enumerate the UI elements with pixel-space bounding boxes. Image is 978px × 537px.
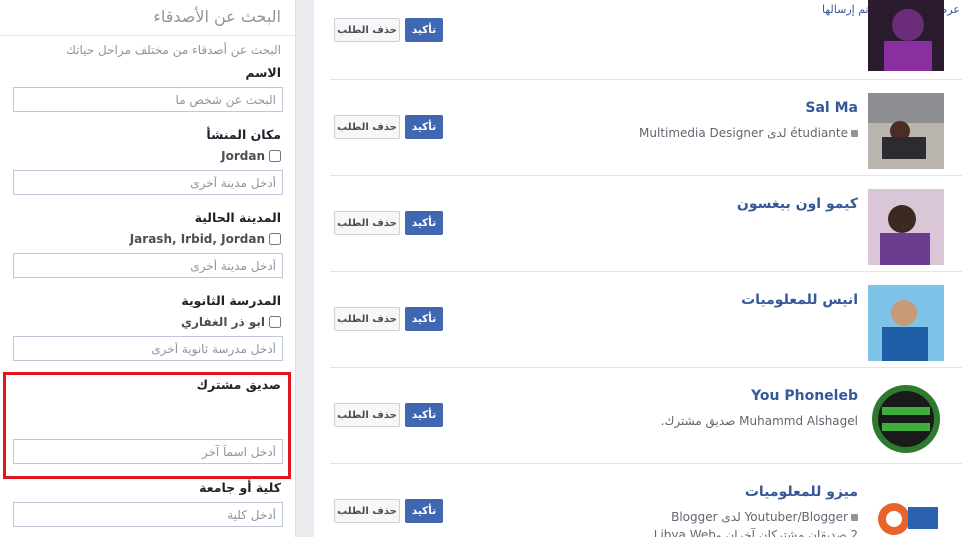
high-school-option-label: ابو ذر الغفاري — [180, 315, 265, 329]
delete-request-button[interactable]: حذف الطلب — [334, 18, 400, 42]
current-city-option[interactable]: Jarash, Irbid, Jordan — [130, 232, 281, 246]
college-label: كلية أو جامعة — [199, 480, 281, 495]
mutual-friend-label: صديق مشترك — [196, 377, 281, 392]
confirm-button[interactable]: تأكيد — [405, 211, 443, 235]
delete-request-button[interactable]: حذف الطلب — [334, 403, 400, 427]
requester-name[interactable]: انيس للمعلوميات — [741, 292, 858, 308]
confirm-button[interactable]: تأكيد — [405, 115, 443, 139]
college-input[interactable] — [13, 502, 283, 527]
requester-info: Youtuber/Blogger لدى Blogger 2 صديقان مش… — [654, 508, 858, 537]
sidebar-divider — [0, 35, 295, 36]
requester-name[interactable]: ميزو للمعلوميات — [745, 484, 858, 500]
friend-request-row: تأكيد حذف الطلب — [330, 0, 962, 78]
requester-info-line: Youtuber/Blogger لدى Blogger — [671, 510, 848, 524]
friend-request-row: You Phoneleb Muhammd Alshagel صديق مشترك… — [330, 367, 962, 463]
hometown-input[interactable] — [13, 170, 283, 195]
delete-request-button[interactable]: حذف الطلب — [334, 307, 400, 331]
hometown-label: مكان المنشأ — [206, 127, 281, 142]
requester-name[interactable]: كيمو اون بيغسون — [737, 196, 858, 212]
delete-request-button[interactable]: حذف الطلب — [334, 211, 400, 235]
requester-info-line: étudiante لدى Multimedia Designer — [639, 126, 848, 140]
requester-info: Muhammd Alshagel صديق مشترك. — [661, 412, 858, 430]
high-school-label: المدرسة الثانوية — [181, 293, 281, 308]
current-city-input[interactable] — [13, 253, 283, 278]
mutual-friend-input[interactable] — [13, 439, 283, 464]
avatar[interactable] — [868, 477, 944, 537]
friend-search-sidebar: البحث عن الأصدقاء البحث عن أصدقاء من مخت… — [0, 0, 296, 537]
hometown-checkbox[interactable] — [269, 150, 281, 162]
friend-request-row: ميزو للمعلوميات Youtuber/Blogger لدى Blo… — [330, 463, 962, 537]
lock-icon — [851, 514, 858, 521]
sidebar-subtitle: البحث عن أصدقاء من مختلف مراحل حياتك — [66, 43, 281, 57]
confirm-button[interactable]: تأكيد — [405, 499, 443, 523]
friend-request-row: كيمو اون بيغسون تأكيد حذف الطلب — [330, 175, 962, 271]
sidebar-title: البحث عن الأصدقاء — [153, 7, 281, 26]
current-city-option-label: Jarash, Irbid, Jordan — [129, 232, 265, 246]
requester-name[interactable]: You Phoneleb — [751, 388, 858, 404]
current-city-label: المدينة الحالية — [194, 210, 281, 225]
requester-info-line: Muhammd Alshagel صديق مشترك. — [660, 414, 858, 428]
high-school-input[interactable] — [13, 336, 283, 361]
avatar[interactable] — [868, 381, 944, 457]
delete-request-button[interactable]: حذف الطلب — [334, 499, 400, 523]
lock-icon — [851, 130, 858, 137]
requester-info: étudiante لدى Multimedia Designer — [639, 124, 858, 142]
avatar[interactable] — [868, 285, 944, 361]
name-label: الاسم — [245, 65, 281, 80]
requester-mutual-friends: 2 صديقان مشتركان آخران وLibya Web — [653, 528, 858, 537]
name-search-input[interactable] — [13, 87, 283, 112]
avatar[interactable] — [868, 0, 944, 71]
friend-request-row: انيس للمعلوميات تأكيد حذف الطلب — [330, 271, 962, 367]
hometown-option-label: Jordan — [221, 149, 265, 163]
confirm-button[interactable]: تأكيد — [405, 307, 443, 331]
current-city-checkbox[interactable] — [269, 233, 281, 245]
hometown-option[interactable]: Jordan — [221, 149, 281, 163]
avatar[interactable] — [868, 93, 944, 169]
requester-name[interactable]: Sal Ma — [805, 100, 858, 116]
high-school-checkbox[interactable] — [269, 316, 281, 328]
friend-request-row: Sal Ma étudiante لدى Multimedia Designer… — [330, 79, 962, 175]
delete-request-button[interactable]: حذف الطلب — [334, 115, 400, 139]
confirm-button[interactable]: تأكيد — [405, 403, 443, 427]
high-school-option[interactable]: ابو ذر الغفاري — [181, 315, 281, 329]
confirm-button[interactable]: تأكيد — [405, 18, 443, 42]
avatar[interactable] — [868, 189, 944, 265]
friend-requests-panel: عرض الطلبات التي تم إرسالها تأكيد حذف ال… — [314, 0, 978, 537]
